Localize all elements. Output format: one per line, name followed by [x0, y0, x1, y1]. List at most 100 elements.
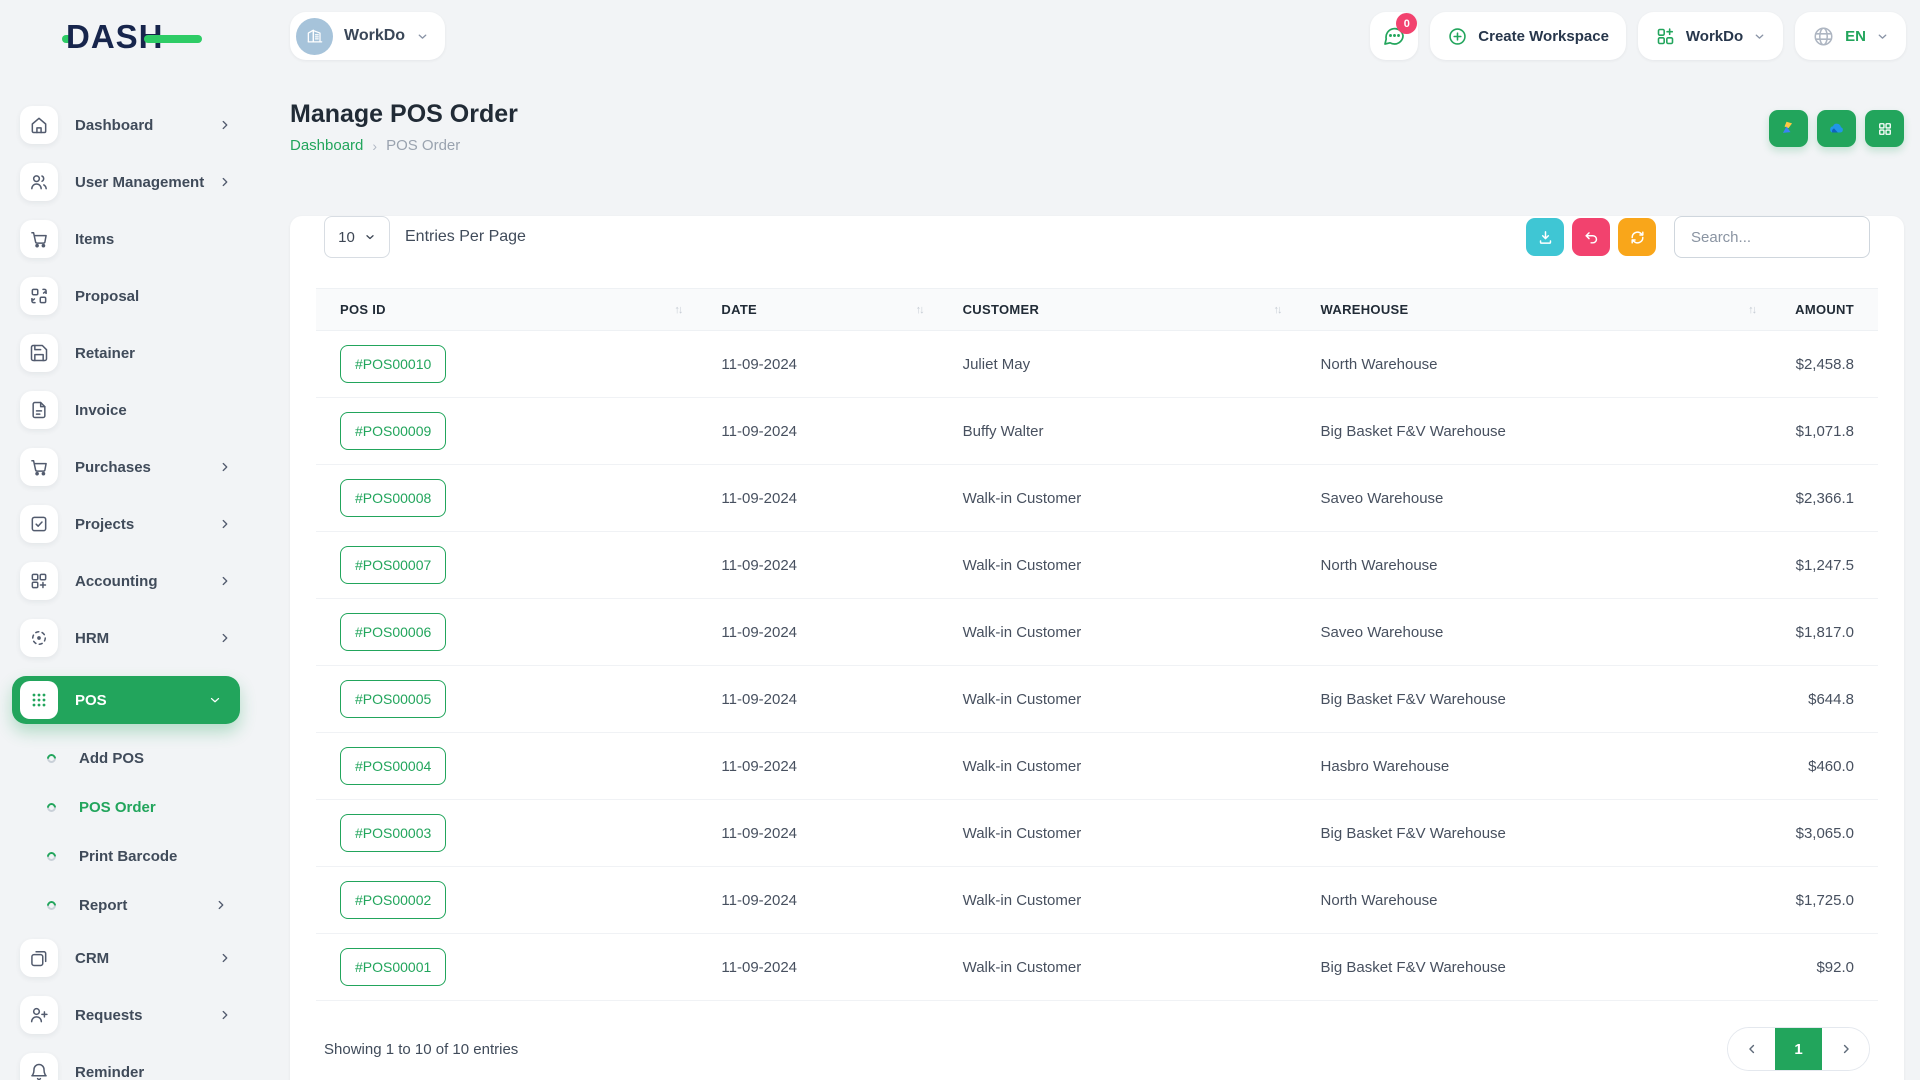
undo-button[interactable] [1572, 218, 1610, 256]
invoice-icon [20, 391, 58, 429]
sidebar-item-user-management[interactable]: User Management [20, 163, 258, 201]
warehouse-cell: North Warehouse [1297, 867, 1772, 934]
next-page-button[interactable] [1822, 1028, 1869, 1070]
google-drive-button[interactable] [1769, 110, 1808, 147]
sidebar-item-invoice[interactable]: Invoice [20, 391, 258, 429]
workspace-switcher[interactable]: WorkDo [290, 12, 445, 60]
sidebar-item-accounting[interactable]: Accounting [20, 562, 258, 600]
sidebar-item-items[interactable]: Items [20, 220, 258, 258]
sort-icon[interactable]: ↑↓ [674, 304, 681, 316]
amount-cell: $460.0 [1771, 733, 1878, 800]
language-code: EN [1845, 28, 1866, 45]
sidebar-item-projects[interactable]: Projects [20, 505, 258, 543]
column-header-pos-id[interactable]: POS ID↑↓ [316, 289, 697, 331]
sidebar-subitem-report[interactable]: Report [20, 890, 258, 920]
chevron-down-icon [364, 231, 376, 243]
logo-dash [144, 35, 202, 43]
customer-cell: Juliet May [939, 331, 1297, 398]
page-title: Manage POS Order [290, 100, 518, 129]
date-cell: 11-09-2024 [697, 666, 938, 733]
current-page-button[interactable]: 1 [1775, 1028, 1822, 1070]
amount-cell: $92.0 [1771, 934, 1878, 1001]
pagination: 1 [1727, 1027, 1870, 1071]
date-cell: 11-09-2024 [697, 733, 938, 800]
pos-id-badge[interactable]: #POS00008 [340, 479, 446, 517]
workdo-menu-label: WorkDo [1686, 28, 1743, 45]
app-logo[interactable]: DASH [66, 18, 216, 60]
amount-cell: $1,247.5 [1771, 532, 1878, 599]
building-icon [305, 26, 325, 46]
search-input[interactable] [1674, 216, 1870, 258]
sidebar-item-requests[interactable]: Requests [20, 996, 258, 1034]
previous-page-button[interactable] [1728, 1028, 1775, 1070]
customer-cell: Walk-in Customer [939, 465, 1297, 532]
workdo-menu-button[interactable]: WorkDo [1638, 12, 1783, 60]
chevron-down-icon [1876, 30, 1889, 43]
pos-id-badge[interactable]: #POS00009 [340, 412, 446, 450]
grid-dots-icon [20, 681, 58, 719]
sidebar-item-reminder[interactable]: Reminder [20, 1053, 258, 1080]
amount-cell: $3,065.0 [1771, 800, 1878, 867]
sidebar-subitem-add-pos[interactable]: Add POS [20, 743, 258, 773]
date-cell: 11-09-2024 [697, 934, 938, 1001]
pos-id-badge[interactable]: #POS00007 [340, 546, 446, 584]
pos-id-badge[interactable]: #POS00004 [340, 747, 446, 785]
table-row: #POS0000311-09-2024Walk-in CustomerBig B… [316, 800, 1878, 867]
plus-circle-icon [1447, 26, 1468, 47]
pos-id-badge[interactable]: #POS00010 [340, 345, 446, 383]
sort-icon[interactable]: ↑↓ [916, 304, 923, 316]
bullet-icon [45, 801, 58, 814]
sort-icon[interactable]: ↑↓ [1748, 304, 1755, 316]
pos-id-badge[interactable]: #POS00002 [340, 881, 446, 919]
sidebar-item-pos[interactable]: POS [12, 676, 240, 724]
onedrive-button[interactable] [1817, 110, 1856, 147]
sidebar-item-dashboard[interactable]: Dashboard [20, 106, 258, 144]
sort-icon[interactable]: ↑↓ [1274, 304, 1281, 316]
breadcrumb: Dashboard › POS Order [290, 137, 518, 154]
customer-cell: Walk-in Customer [939, 934, 1297, 1001]
date-cell: 11-09-2024 [697, 398, 938, 465]
create-workspace-button[interactable]: Create Workspace [1430, 12, 1626, 60]
table-row: #POS0000711-09-2024Walk-in CustomerNorth… [316, 532, 1878, 599]
export-download-button[interactable] [1526, 218, 1564, 256]
chevron-right-icon [218, 175, 232, 189]
warehouse-cell: Big Basket F&V Warehouse [1297, 666, 1772, 733]
column-header-warehouse[interactable]: WAREHOUSE↑↓ [1297, 289, 1772, 331]
sidebar-item-proposal[interactable]: Proposal [20, 277, 258, 315]
chevron-right-icon [218, 574, 232, 588]
messages-button[interactable]: 0 [1370, 12, 1418, 60]
refresh-icon [1629, 229, 1646, 246]
pos-id-badge[interactable]: #POS00006 [340, 613, 446, 651]
date-cell: 11-09-2024 [697, 800, 938, 867]
chevron-right-icon [214, 898, 228, 912]
grid-view-button[interactable] [1865, 110, 1904, 147]
google-drive-icon [1779, 119, 1798, 138]
sidebar-item-hrm[interactable]: HRM [20, 619, 258, 657]
header-actions [1769, 110, 1904, 147]
customer-cell: Walk-in Customer [939, 733, 1297, 800]
sidebar-item-retainer[interactable]: Retainer [20, 334, 258, 372]
sidebar-subitem-pos-order[interactable]: POS Order [20, 792, 258, 822]
pos-id-badge[interactable]: #POS00001 [340, 948, 446, 986]
sidebar-subitem-print-barcode[interactable]: Print Barcode [20, 841, 258, 871]
breadcrumb-current: POS Order [386, 137, 460, 154]
pos-id-badge[interactable]: #POS00005 [340, 680, 446, 718]
bell-icon [20, 1053, 58, 1080]
amount-cell: $1,725.0 [1771, 867, 1878, 934]
column-header-date[interactable]: DATE↑↓ [697, 289, 938, 331]
entries-per-page-select[interactable]: 10 [324, 216, 390, 258]
column-header-amount[interactable]: AMOUNT [1771, 289, 1878, 331]
breadcrumb-separator: › [372, 138, 377, 154]
warehouse-cell: Hasbro Warehouse [1297, 733, 1772, 800]
column-header-customer[interactable]: CUSTOMER↑↓ [939, 289, 1297, 331]
onedrive-icon [1826, 118, 1847, 139]
chevron-right-icon [218, 631, 232, 645]
pos-id-badge[interactable]: #POS00003 [340, 814, 446, 852]
sidebar-item-purchases[interactable]: Purchases [20, 448, 258, 486]
breadcrumb-dashboard-link[interactable]: Dashboard [290, 137, 363, 154]
language-selector[interactable]: EN [1795, 12, 1906, 60]
pos-table-body: #POS0001011-09-2024Juliet MayNorth Wareh… [316, 331, 1878, 1001]
globe-icon [1812, 25, 1835, 48]
refresh-button[interactable] [1618, 218, 1656, 256]
sidebar-item-crm[interactable]: CRM [20, 939, 258, 977]
